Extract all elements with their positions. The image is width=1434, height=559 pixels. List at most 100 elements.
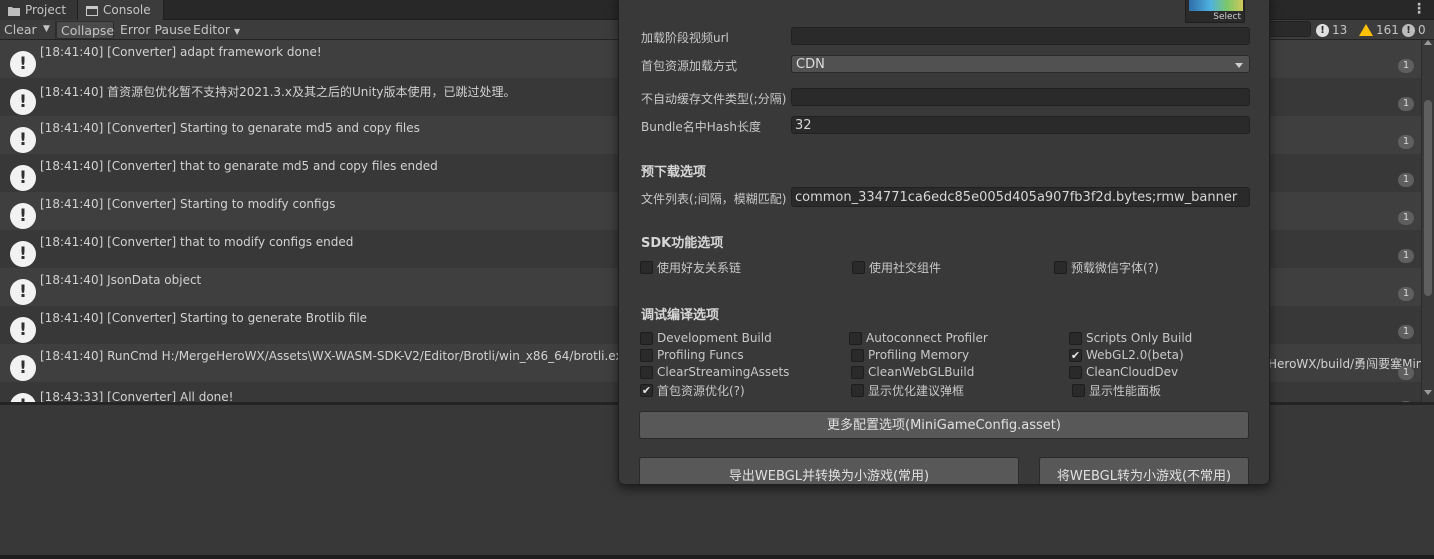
search-input[interactable] — [1266, 21, 1311, 37]
checkbox[interactable] — [851, 384, 864, 397]
checkbox-clean-webgl-build[interactable]: CleanWebGLBuild — [851, 365, 974, 379]
checkbox-clean-cloud-dev[interactable]: CleanCloudDev — [1069, 365, 1178, 379]
hash-length-input[interactable]: 32 — [791, 116, 1250, 134]
checkbox-label: Profiling Funcs — [657, 348, 744, 362]
editor-dropdown[interactable]: Editor ▼ — [189, 21, 240, 39]
scroll-up-icon[interactable] — [1424, 40, 1432, 45]
clear-dropdown-icon[interactable]: ▼ — [38, 21, 56, 39]
info-message-icon: ! — [10, 203, 36, 229]
video-url-input[interactable] — [791, 27, 1250, 45]
scrollbar-thumb[interactable] — [1424, 100, 1432, 296]
checkbox-autoconnect-profiler[interactable]: Autoconnect Profiler — [849, 331, 988, 345]
load-method-dropdown[interactable]: CDN — [791, 55, 1250, 73]
error-counter-toggle[interactable]: ! 0 — [1402, 20, 1426, 40]
checkbox-label: ClearStreamingAssets — [657, 365, 790, 379]
hash-length-label: Bundle名中Hash长度 — [641, 120, 762, 134]
checkbox-profiling-funcs[interactable]: Profiling Funcs — [640, 348, 744, 362]
window-bottom-border — [0, 555, 1434, 559]
preload-files-input[interactable]: common_334771ca6edc85e005d405a907fb3f2d.… — [791, 187, 1250, 207]
log-message: [18:41:40] RunCmd H:/MergeHeroWX/Assets\… — [40, 349, 643, 363]
checkbox-label: 显示性能面板 — [1089, 384, 1162, 398]
info-message-icon: ! — [10, 393, 36, 402]
error-count: 0 — [1418, 22, 1426, 37]
log-message: [18:41:40] [Converter] that to genarate … — [40, 159, 438, 173]
checkbox[interactable] — [851, 348, 864, 362]
collapse-toggle[interactable]: Collapse — [56, 21, 114, 39]
checkbox[interactable] — [851, 365, 864, 379]
info-message-icon: ! — [10, 355, 36, 381]
checkbox[interactable] — [1054, 261, 1067, 274]
checkbox-label: CleanCloudDev — [1086, 365, 1179, 379]
convert-webgl-button[interactable]: 将WEBGL转为小游戏(不常用) — [1039, 457, 1249, 484]
warning-counter-toggle[interactable]: 161 — [1359, 20, 1399, 40]
load-method-label: 首包资源加载方式 — [641, 59, 738, 73]
checkbox[interactable] — [849, 331, 862, 345]
checkbox[interactable] — [1069, 365, 1082, 379]
no-cache-types-label: 不自动缓存文件类型(;分隔) — [641, 92, 787, 106]
info-message-icon: ! — [10, 317, 36, 343]
log-message: [18:41:40] [Converter] adapt framework d… — [40, 45, 322, 59]
checkmark-icon[interactable]: ✔ — [640, 384, 653, 397]
log-count-badge: 1 — [1398, 287, 1414, 301]
tab-console[interactable]: Console — [78, 0, 164, 20]
checkbox[interactable] — [640, 348, 653, 362]
warning-count: 161 — [1376, 22, 1399, 37]
log-message: [18:41:40] [Converter] Starting to genar… — [40, 121, 420, 135]
checkbox-first-package-optimize[interactable]: ✔ 首包资源优化(?) — [640, 382, 745, 399]
select-label: Select — [1213, 12, 1241, 22]
checkbox-friend-chain[interactable]: 使用好友关系链 — [640, 259, 741, 276]
checkbox-scripts-only-build[interactable]: Scripts Only Build — [1069, 331, 1192, 345]
checkbox-label: CleanWebGLBuild — [868, 365, 975, 379]
checkbox-development-build[interactable]: Development Build — [640, 331, 772, 345]
checkbox-show-optimize-hint[interactable]: 显示优化建议弹框 — [851, 382, 964, 399]
video-url-label: 加载阶段视频url — [641, 31, 729, 45]
info-message-icon: ! — [10, 127, 36, 153]
checkbox-preload-wechat-font[interactable]: 预载微信字体(?) — [1054, 259, 1159, 276]
error-pause-toggle[interactable]: Error Pause — [116, 21, 191, 39]
info-counter-toggle[interactable]: ! 13 — [1316, 20, 1347, 40]
checkbox[interactable] — [1072, 384, 1085, 397]
checkbox[interactable] — [1069, 331, 1082, 345]
minigame-converter-panel: Select 加载阶段视频url 首包资源加载方式 CDN 不自动缓存文件类型(… — [618, 0, 1270, 485]
checkbox-label: 首包资源优化(?) — [657, 384, 745, 398]
checkbox[interactable] — [640, 331, 653, 345]
no-cache-types-input[interactable] — [791, 88, 1250, 106]
checkbox[interactable] — [640, 261, 653, 274]
load-method-value: CDN — [796, 57, 825, 72]
checkbox-social-component[interactable]: 使用社交组件 — [852, 259, 941, 276]
log-scrollbar[interactable] — [1421, 40, 1434, 402]
tab-project[interactable]: Project — [0, 0, 78, 20]
preload-section-title: 预下载选项 — [641, 165, 707, 180]
scroll-down-icon[interactable] — [1424, 390, 1432, 395]
checkbox-label: Development Build — [657, 331, 772, 345]
clear-button[interactable]: Clear — [0, 21, 38, 39]
log-message: [18:41:40] 首资源包优化暂不支持对2021.3.x及其之后的Unity… — [40, 85, 516, 99]
debug-section-title: 调试编译选项 — [641, 308, 720, 323]
checkmark-icon[interactable]: ✔ — [1069, 348, 1082, 362]
log-count-badge: 1 — [1398, 325, 1414, 339]
checkbox-clear-streaming-assets[interactable]: ClearStreamingAssets — [640, 365, 789, 379]
info-message-icon: ! — [10, 89, 36, 115]
checkbox-label: Scripts Only Build — [1086, 331, 1193, 345]
checkbox[interactable] — [852, 261, 865, 274]
checkbox-label: 使用社交组件 — [869, 261, 942, 275]
checkbox-label: Profiling Memory — [868, 348, 970, 362]
checkbox-label: WebGL2.0(beta) — [1086, 348, 1184, 362]
more-config-button[interactable]: 更多配置选项(MiniGameConfig.asset) — [639, 411, 1249, 439]
tab-project-label: Project — [25, 3, 67, 17]
log-count-badge: 1 — [1398, 59, 1414, 73]
checkbox-label: 使用好友关系链 — [657, 261, 742, 275]
chevron-down-icon — [1235, 63, 1243, 68]
checkbox[interactable] — [640, 365, 653, 379]
checkbox-show-perf-panel[interactable]: 显示性能面板 — [1072, 382, 1161, 399]
log-count-badge: 1 — [1398, 97, 1414, 111]
checkbox-profiling-memory[interactable]: Profiling Memory — [851, 348, 969, 362]
export-webgl-convert-button[interactable]: 导出WEBGL并转换为小游戏(常用) — [639, 457, 1019, 484]
log-count-badge: 1 — [1398, 211, 1414, 225]
checkbox-label: Autoconnect Profiler — [866, 331, 988, 345]
console-icon — [86, 5, 98, 16]
loading-image-selector[interactable]: Select — [1185, 0, 1245, 23]
checkbox-webgl2[interactable]: ✔ WebGL2.0(beta) — [1069, 348, 1184, 362]
more-options-icon[interactable]: ⋮ — [1412, 0, 1426, 20]
log-message: [18:43:33] [Converter] All done! — [40, 390, 234, 402]
